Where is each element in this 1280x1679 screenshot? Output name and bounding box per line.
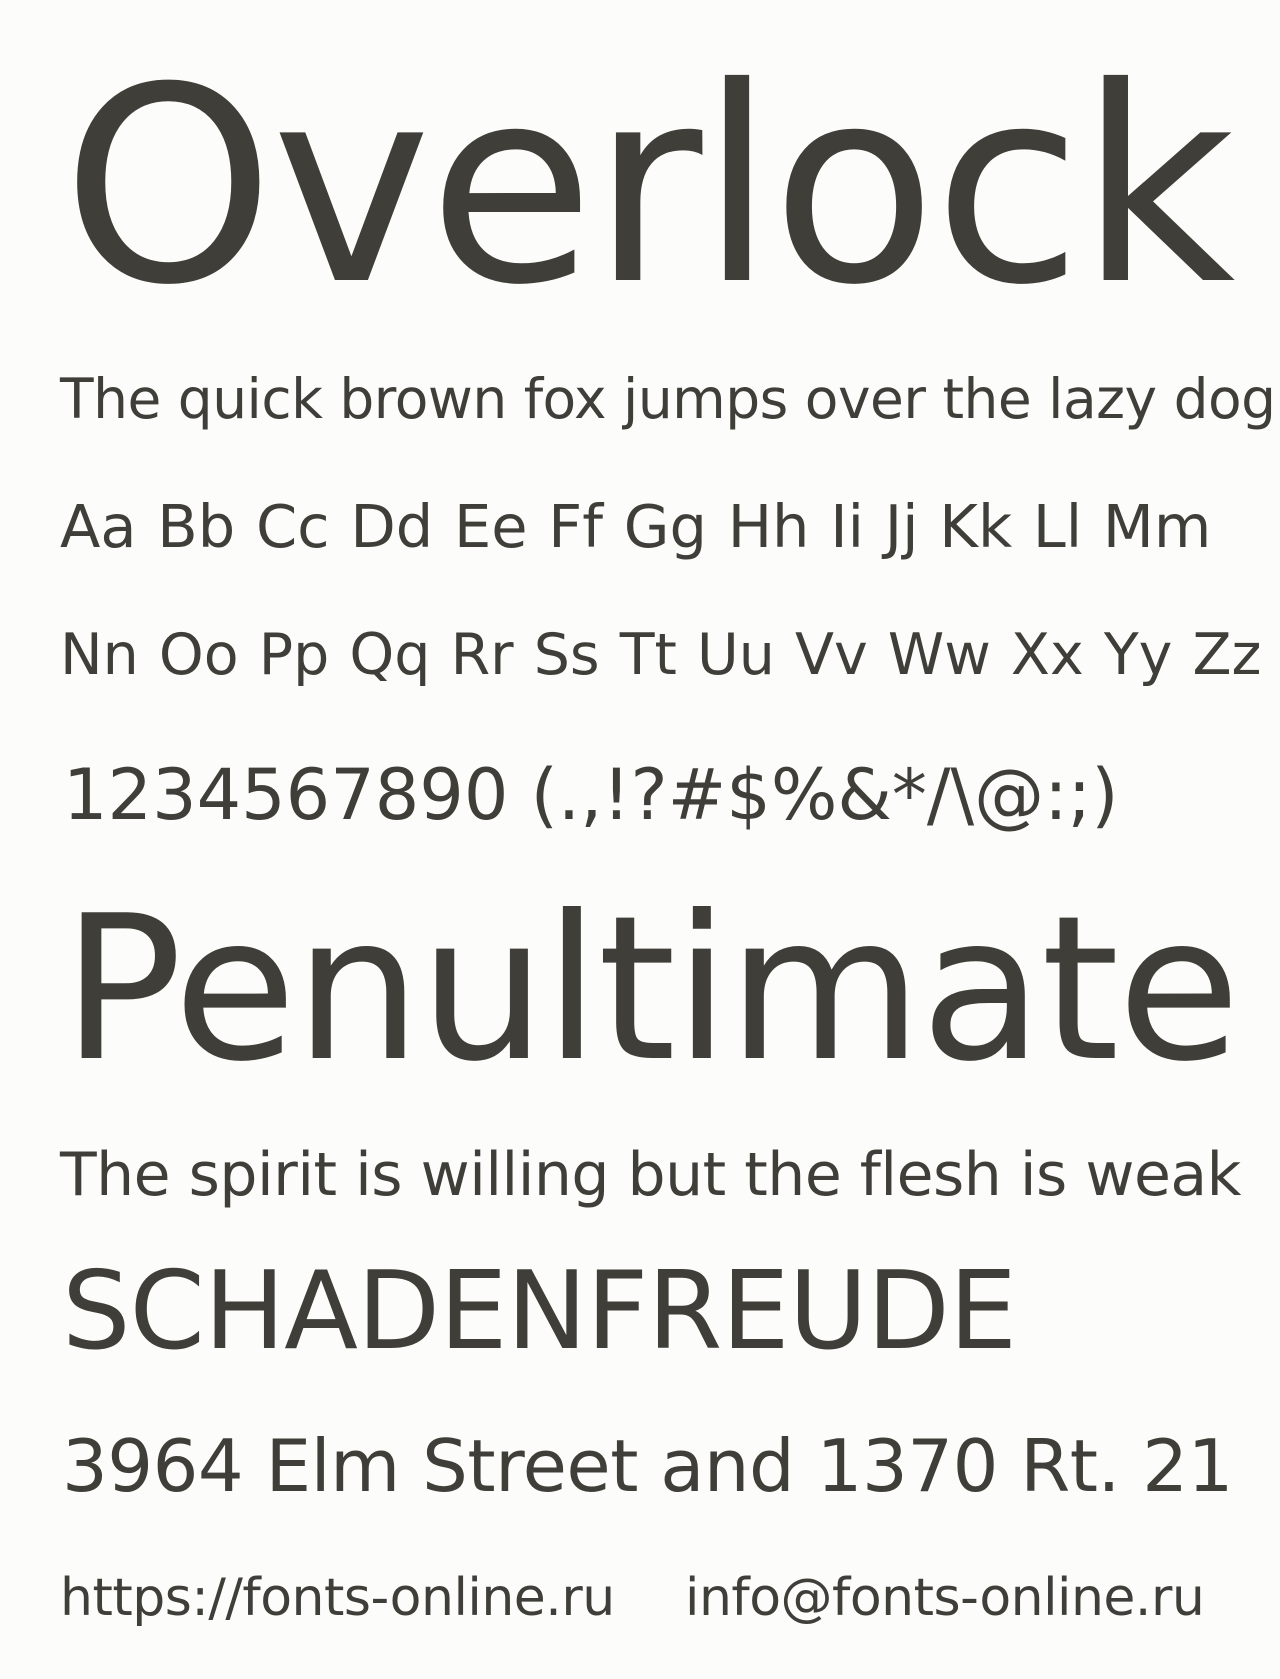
website-link[interactable]: https://fonts-online.ru <box>60 1572 615 1624</box>
font-name-title: Overlock <box>62 29 1235 344</box>
alphabet-line-2: Nn Oo Pp Qq Rr Ss Tt Uu Vv Ww Xx Yy Zz <box>60 622 1262 688</box>
pangram-sample: The quick brown fox jumps over the lazy … <box>60 367 1276 431</box>
font-specimen-page: Overlock The quick brown fox jumps over … <box>0 0 1280 1679</box>
alphabet-line-1: Aa Bb Cc Dd Ee Ff Gg Hh Ii Jj Kk Ll Mm <box>60 492 1212 561</box>
email-link[interactable]: info@fonts-online.ru <box>685 1572 1205 1624</box>
digits-symbols-line: 1234567890 (.,!?#$%&*/\@:;) <box>63 754 1119 836</box>
footer: https://fonts-online.ru info@fonts-onlin… <box>0 1572 1280 1642</box>
sample-phrase: The spirit is willing but the flesh is w… <box>60 1140 1241 1210</box>
sample-uppercase-word: SCHADENFREUDE <box>62 1249 1017 1374</box>
sample-word-large: Penultimate <box>62 873 1240 1106</box>
sample-address: 3964 Elm Street and 1370 Rt. 21 <box>62 1424 1233 1508</box>
